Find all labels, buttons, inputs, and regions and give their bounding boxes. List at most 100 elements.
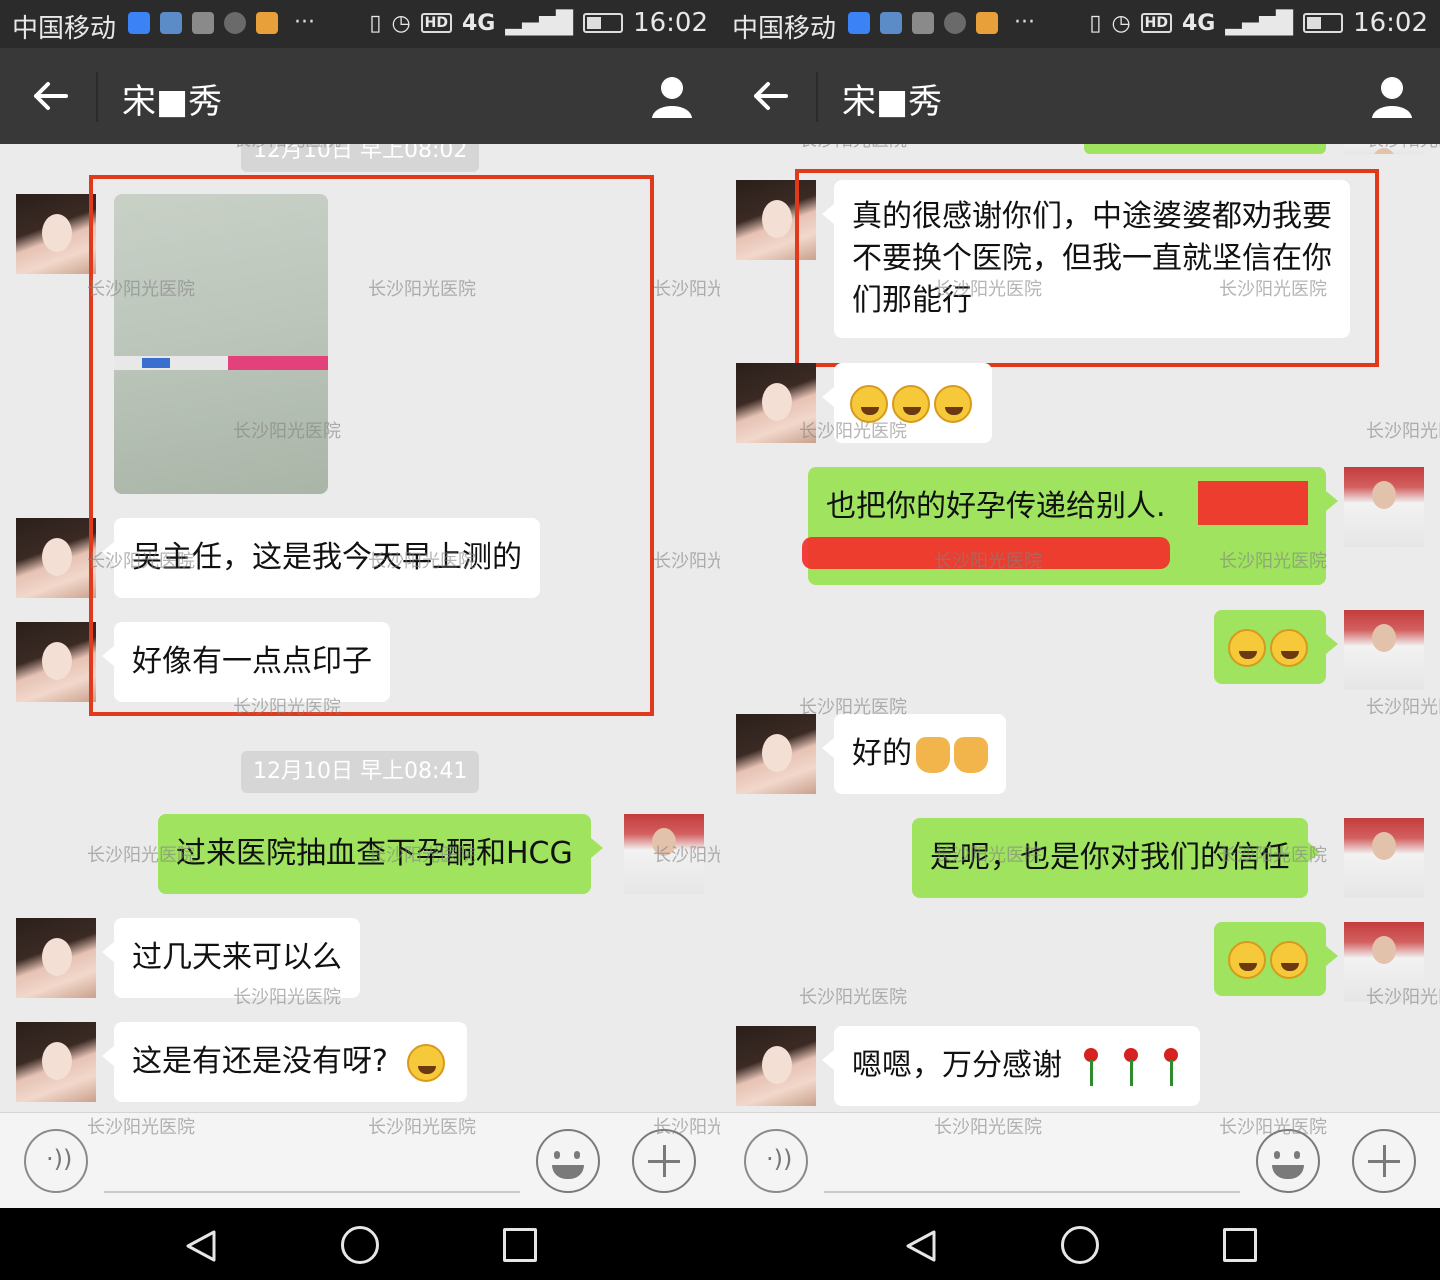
message-bubble[interactable]: 过来医院抽血查下孕酮和HCG	[158, 814, 603, 894]
text-input-line[interactable]	[824, 1191, 1240, 1193]
avatar[interactable]	[1344, 610, 1424, 690]
watermark: 长沙阳光医院	[368, 1117, 476, 1138]
plus-icon[interactable]	[1352, 1129, 1416, 1193]
system-nav-bar	[0, 1208, 1440, 1280]
avatar[interactable]	[736, 363, 816, 443]
watermark: 长沙阳光医院	[934, 1117, 1042, 1138]
watermark: 长沙阳光医院	[1366, 421, 1440, 442]
message-bubble[interactable]: 嗯嗯，万分感谢	[822, 1026, 1200, 1106]
battery-icon	[1303, 13, 1344, 33]
signal-icon: ▂▄▆█	[505, 10, 574, 36]
input-bar: ·)) 长沙阳光医院 长沙阳光医院	[720, 1112, 1440, 1208]
redaction-mark	[802, 537, 1170, 569]
photo-app-icon	[912, 11, 934, 34]
vibrate-icon: ▯	[1089, 10, 1102, 36]
notification-icons: ···	[848, 10, 1035, 35]
carrier-label: 中国移动	[732, 14, 837, 44]
avatar[interactable]	[1344, 922, 1424, 1002]
message-bubble[interactable]: 这是有还是没有呀?	[101, 1022, 468, 1102]
status-bar: 中国移动 ··· ▯ ◷ HD 4G ▂▄▆█ 16:02	[0, 0, 720, 48]
hd-icon: HD	[420, 13, 452, 33]
avatar[interactable]	[16, 622, 96, 702]
watermark: 长沙阳光医院	[799, 987, 907, 1008]
alarm-icon: ◷	[1111, 10, 1131, 36]
timestamp: 12月10日 早上08:41	[241, 751, 480, 793]
message-text: 好的	[852, 736, 912, 771]
chat-screen-right: 中国移动 ··· ▯ ◷ HD 4G ▂▄▆█ 16:02 宋■秀 真的很感谢你…	[720, 0, 1440, 1208]
chat-title-bar: 宋■秀	[0, 48, 720, 144]
nav-back-icon[interactable]	[902, 1228, 938, 1264]
message-list[interactable]: 12月10日 早上08:02 吴主任，这是我今天早上测的 好像有一点点印子 12…	[0, 144, 720, 1112]
plus-icon[interactable]	[632, 1129, 696, 1193]
message-bubble[interactable]	[822, 363, 992, 443]
voice-icon[interactable]: ·))	[24, 1129, 88, 1193]
avatar[interactable]	[624, 814, 704, 894]
message-bubble[interactable]	[1214, 922, 1338, 996]
photo-app-icon	[192, 11, 214, 34]
tool-app-icon	[256, 11, 278, 34]
rose-icon	[1080, 1047, 1102, 1086]
watermark: 长沙阳光医院	[653, 551, 720, 572]
voice-icon[interactable]: ·))	[744, 1129, 808, 1193]
rose-icon	[1120, 1047, 1142, 1086]
nav-recent-icon[interactable]	[503, 1228, 537, 1262]
avatar[interactable]	[736, 714, 816, 794]
more-notifications-icon: ···	[1014, 10, 1035, 35]
back-arrow-icon[interactable]	[30, 76, 70, 116]
message-list[interactable]: 真的很感谢你们，中途婆婆都劝我要不要换个医院，但我一直就坚信在你们那能行 也把你…	[720, 144, 1440, 1112]
person-icon[interactable]	[1370, 74, 1414, 118]
back-arrow-icon[interactable]	[750, 76, 790, 116]
network-type: 4G	[1182, 10, 1216, 36]
chart-app-icon	[160, 11, 182, 34]
watermark: 长沙阳光医院	[87, 1117, 195, 1138]
text-input-line[interactable]	[104, 1191, 520, 1193]
redaction-mark	[1198, 481, 1308, 525]
highlight-box	[89, 175, 654, 716]
person-icon[interactable]	[650, 74, 694, 118]
battery-icon	[583, 13, 624, 33]
avatar[interactable]	[736, 1026, 816, 1106]
nav-recent-icon[interactable]	[1223, 1228, 1257, 1262]
emoji-icon[interactable]	[536, 1129, 600, 1193]
clock: 16:02	[633, 8, 708, 38]
avatar[interactable]	[16, 518, 96, 598]
smile-emoji-icon	[1270, 940, 1308, 979]
status-right: ▯ ◷ HD 4G ▂▄▆█ 16:02	[369, 8, 708, 38]
avatar[interactable]	[1344, 467, 1424, 547]
settings-app-icon	[224, 11, 246, 34]
rose-icon	[1160, 1047, 1182, 1086]
avatar[interactable]	[16, 918, 96, 998]
input-bar: ·)) 长沙阳光医院 长沙阳光医院 长沙阳光医院	[0, 1112, 720, 1208]
vibrate-icon: ▯	[369, 10, 382, 36]
ok-hand-icon	[954, 736, 988, 773]
title-divider	[816, 72, 818, 122]
nav-home-icon[interactable]	[1061, 1226, 1099, 1264]
message-text: 也把你的好孕传递给别人.	[826, 489, 1166, 524]
message-bubble[interactable]	[1214, 610, 1338, 684]
avatar[interactable]	[16, 194, 96, 274]
message-bubble[interactable]: 是呢，也是你对我们的信任	[912, 818, 1320, 898]
ok-hand-icon	[916, 736, 950, 773]
emoji-icon[interactable]	[1256, 1129, 1320, 1193]
previous-message-edge	[1084, 144, 1326, 154]
status-bar: 中国移动 ··· ▯ ◷ HD 4G ▂▄▆█ 16:02	[720, 0, 1440, 48]
carrier-label: 中国移动	[12, 14, 117, 44]
chat-title-bar: 宋■秀	[720, 48, 1440, 144]
avatar[interactable]	[1344, 144, 1424, 154]
avatar[interactable]	[16, 1022, 96, 1102]
message-text: 嗯嗯，万分感谢	[852, 1048, 1062, 1083]
message-bubble[interactable]: 过几天来可以么	[102, 918, 360, 998]
grin-emoji-icon	[850, 384, 888, 423]
watermark: 长沙阳光医院	[1366, 697, 1440, 718]
signal-icon: ▂▄▆█	[1225, 10, 1294, 36]
message-bubble[interactable]: 好的	[822, 714, 1006, 794]
clock: 16:02	[1353, 8, 1428, 38]
shield-app-icon	[848, 11, 870, 34]
smile-emoji-icon	[1228, 940, 1266, 979]
title-divider	[96, 72, 98, 122]
avatar[interactable]	[1344, 818, 1424, 898]
chart-app-icon	[880, 11, 902, 34]
nav-back-icon[interactable]	[182, 1228, 218, 1264]
more-notifications-icon: ···	[294, 10, 315, 35]
nav-home-icon[interactable]	[341, 1226, 379, 1264]
